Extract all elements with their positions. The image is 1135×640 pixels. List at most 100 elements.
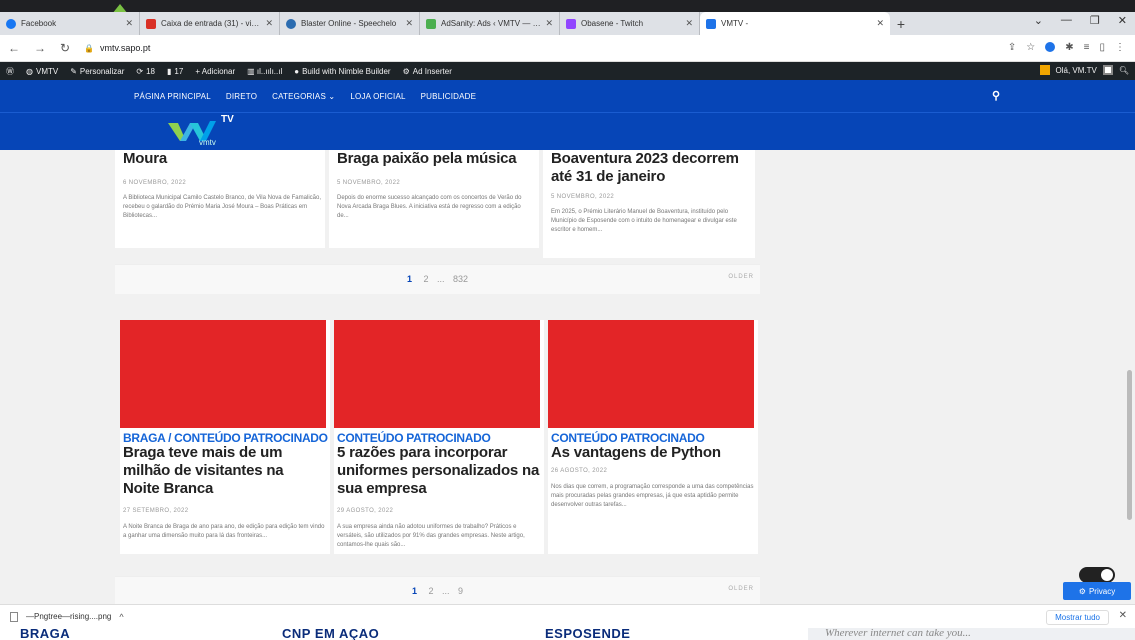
post-title[interactable]: 5 razões para incorporar uniformes perso…	[337, 444, 543, 498]
notification-icon[interactable]	[1039, 65, 1050, 75]
url-field[interactable]: 🔒 vmtv.sapo.pt	[84, 43, 150, 53]
post-thumbnail[interactable]	[334, 320, 540, 428]
post-card[interactable]: CONTEÚDO PATROCINADO As vantagens de Pyt…	[548, 320, 758, 554]
post-card[interactable]: Boaventura 2023 decorrem até 31 de janei…	[543, 150, 755, 258]
tab-search-icon[interactable]: ⌄	[1034, 14, 1043, 27]
tab-speechelo[interactable]: Blaster Online - Speechelo ✕	[280, 12, 420, 35]
extension-icons: ⇪ ☆ ✱ ≡ ▯ ⋮	[1008, 42, 1125, 53]
close-tab-icon[interactable]: ✕	[125, 18, 133, 29]
page-current[interactable]: 1	[407, 274, 412, 284]
address-bar: ← → ↻ 🔒 vmtv.sapo.pt ⇪ ☆ ✱ ≡ ▯ ⋮	[0, 35, 1135, 62]
wp-comments-link[interactable]: ▮ 17	[167, 67, 183, 76]
show-all-button[interactable]: Mostrar tudo	[1046, 610, 1109, 625]
browser-tab-strip: Facebook ✕ Caixa de entrada (31) - vieir…	[0, 0, 1135, 35]
page-link[interactable]: 2	[423, 274, 428, 284]
menu-icon[interactable]: ⋮	[1115, 42, 1125, 53]
post-excerpt: Depois do enorme sucesso alcançado com o…	[337, 195, 522, 219]
toggle-knob	[1101, 569, 1113, 581]
wp-add-new-link[interactable]: + Adicionar	[195, 67, 235, 76]
nav-live[interactable]: DIRETO	[226, 92, 257, 101]
close-window-icon[interactable]: ✕	[1118, 14, 1127, 27]
dark-mode-toggle[interactable]	[1079, 567, 1115, 583]
new-tab-button[interactable]: +	[890, 12, 912, 35]
post-category[interactable]: CONTEÚDO PATROCINADO	[337, 431, 491, 445]
share-icon[interactable]: ⇪	[1008, 42, 1016, 53]
wp-logo-icon[interactable]: Ⓦ	[6, 66, 14, 77]
wp-customize-link[interactable]: ✎ Personalizar	[70, 67, 124, 76]
post-card[interactable]: CONTEÚDO PATROCINADO 5 razões para incor…	[334, 320, 544, 554]
gear-icon: ⚙	[402, 66, 410, 76]
download-bar: —Pngtree—rising....png ^ Mostrar tudo ✕	[0, 604, 1135, 628]
sidepanel-icon[interactable]: ▯	[1099, 42, 1105, 53]
post-category[interactable]: BRAGA / CONTEÚDO PATROCINADO	[123, 431, 328, 445]
restore-icon[interactable]: ❐	[1090, 14, 1100, 27]
post-date: 6 NOVEMBRO, 2022	[123, 180, 187, 186]
wp-nimble-link[interactable]: ● Build with Nimble Builder	[294, 67, 390, 76]
section-heading[interactable]: BRAGA	[20, 628, 70, 640]
post-excerpt: A sua empresa ainda não adotou uniformes…	[337, 524, 525, 548]
wp-updates-link[interactable]: ⟳ 18	[136, 67, 155, 76]
bookmark-star-icon[interactable]: ☆	[1026, 42, 1035, 53]
post-title[interactable]: Braga teve mais de um milhão de visitant…	[123, 444, 323, 498]
tab-vmtv-active[interactable]: VMTV - ✕	[700, 12, 890, 35]
wp-stats-icon[interactable]: ▥ ıl..ıılı..ıl	[247, 67, 282, 76]
site-search-icon[interactable]: ⚲	[992, 89, 1000, 102]
facebook-icon	[6, 18, 16, 29]
close-tab-icon[interactable]: ✕	[876, 18, 884, 29]
reading-list-icon[interactable]: ≡	[1084, 42, 1090, 53]
post-title[interactable]: Braga paixão pela música	[337, 150, 537, 168]
extension-icon[interactable]	[1045, 42, 1056, 52]
post-card[interactable]: Braga paixão pela música 5 NOVEMBRO, 202…	[329, 150, 539, 248]
tab-adsanity[interactable]: AdSanity: Ads ‹ VMTV — WordPr... ✕	[420, 12, 560, 35]
download-filename[interactable]: —Pngtree—rising....png	[26, 612, 111, 621]
close-tab-icon[interactable]: ✕	[545, 18, 553, 29]
post-thumbnail[interactable]	[548, 320, 754, 428]
reload-icon[interactable]: ↻	[60, 41, 70, 55]
minimize-icon[interactable]: —	[1061, 14, 1072, 27]
tab-gmail[interactable]: Caixa de entrada (31) - vieiradom ✕	[140, 12, 280, 35]
nav-home[interactable]: PÁGINA PRINCIPAL	[134, 92, 211, 101]
pagination: 1 2 ... 832 OLDER	[115, 264, 760, 294]
post-title[interactable]: Boaventura 2023 decorrem até 31 de janei…	[551, 150, 757, 186]
page-link[interactable]: 2	[428, 586, 433, 596]
tab-row: Facebook ✕ Caixa de entrada (31) - vieir…	[0, 12, 1135, 35]
window-controls: ⌄ — ❐ ✕	[1034, 14, 1127, 27]
section-heading[interactable]: CNP EM AÇÃO	[282, 628, 379, 640]
tab-twitch[interactable]: Obasene - Twitch ✕	[560, 12, 700, 35]
page-last[interactable]: 832	[453, 274, 468, 284]
dashboard-icon: ◍	[26, 66, 33, 76]
close-tab-icon[interactable]: ✕	[405, 18, 413, 29]
puzzle-icon[interactable]: ✱	[1065, 42, 1073, 53]
post-title[interactable]: As vantagens de Python	[551, 444, 751, 462]
wp-account[interactable]: Olá, VM.TV 🔍︎	[1039, 65, 1129, 75]
nav-advertising[interactable]: PUBLICIDADE	[421, 92, 477, 101]
wp-site-link[interactable]: ◍ VMTV	[26, 67, 58, 76]
nav-shop[interactable]: LOJA OFICIAL	[350, 92, 405, 101]
close-icon[interactable]: ✕	[1119, 610, 1127, 621]
search-icon[interactable]: 🔍︎	[1119, 66, 1129, 75]
page-ellipsis: ...	[437, 274, 445, 284]
privacy-button[interactable]: ⚙ Privacy	[1063, 582, 1131, 600]
close-tab-icon[interactable]: ✕	[685, 18, 693, 29]
post-thumbnail[interactable]	[120, 320, 326, 428]
nav-categories[interactable]: CATEGORIAS ⌄	[272, 92, 335, 101]
page-scrollbar[interactable]	[1127, 370, 1132, 520]
older-link[interactable]: OLDER	[728, 274, 754, 280]
vmtv-logo-icon[interactable]	[166, 115, 226, 149]
wp-ad-inserter-link[interactable]: ⚙ Ad Inserter	[403, 67, 452, 76]
post-card[interactable]: Moura 6 NOVEMBRO, 2022 A Biblioteca Muni…	[115, 150, 325, 248]
older-link[interactable]: OLDER	[728, 586, 754, 592]
back-icon[interactable]: ←	[8, 41, 20, 55]
post-card[interactable]: BRAGA / CONTEÚDO PATROCINADO Braga teve …	[120, 320, 330, 554]
page-last[interactable]: 9	[458, 586, 463, 596]
section-heading[interactable]: ESPOSENDE	[545, 628, 630, 640]
close-tab-icon[interactable]: ✕	[265, 18, 273, 29]
post-category[interactable]: CONTEÚDO PATROCINADO	[551, 431, 705, 445]
post-date: 26 AGOSTO, 2022	[551, 468, 608, 474]
chevron-up-icon[interactable]: ^	[119, 612, 123, 622]
gear-icon: ⚙	[1078, 586, 1086, 596]
post-title[interactable]: Moura	[123, 150, 323, 168]
page-current[interactable]: 1	[412, 586, 417, 596]
tab-facebook[interactable]: Facebook ✕	[0, 12, 140, 35]
forward-icon[interactable]: →	[34, 41, 46, 55]
